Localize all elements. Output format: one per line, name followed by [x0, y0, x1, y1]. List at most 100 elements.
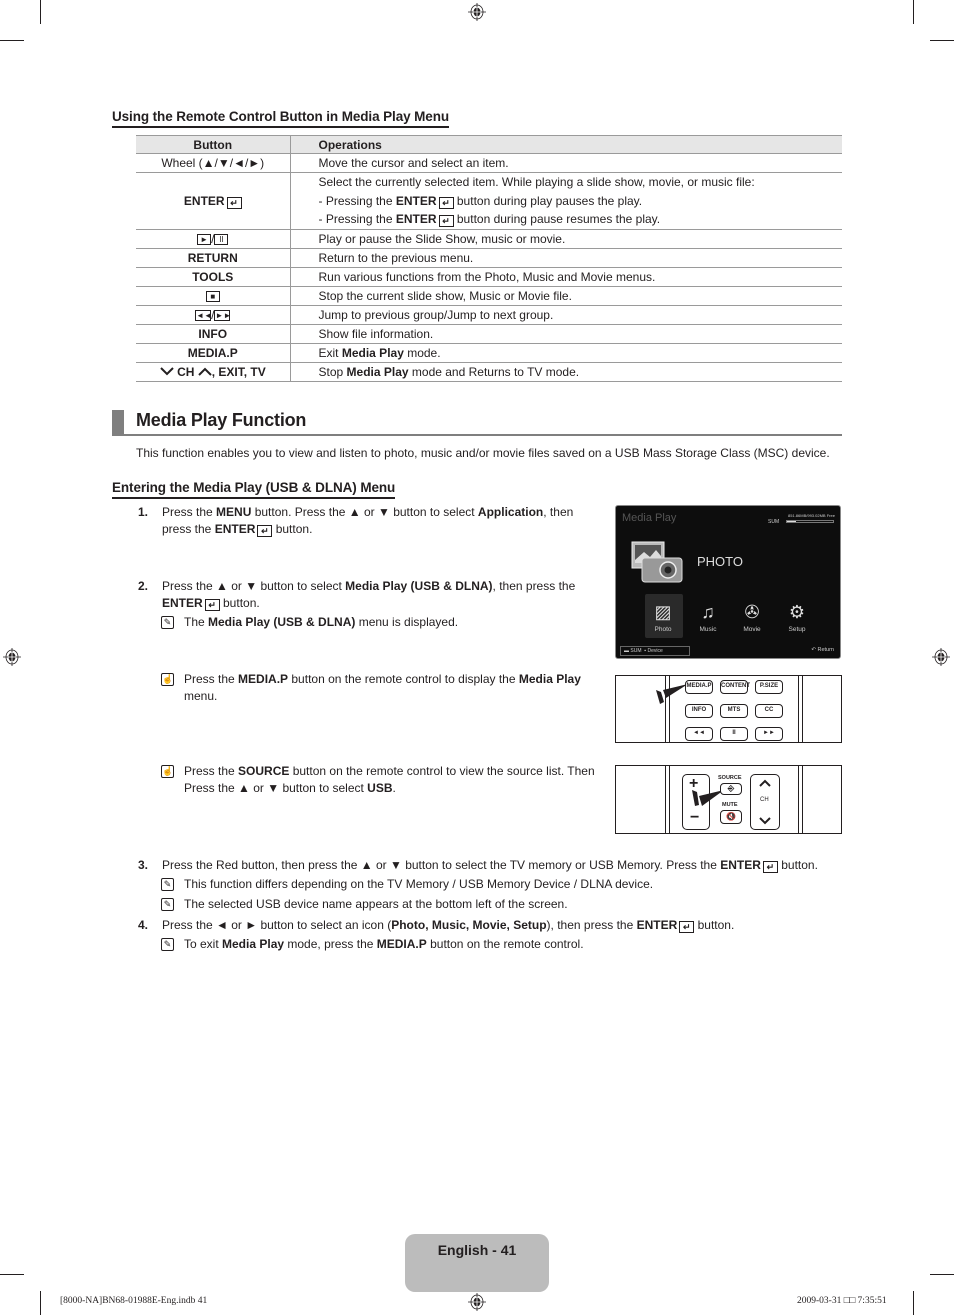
rewind-button[interactable]: ◄◄	[685, 727, 713, 741]
note-icon: ✎	[161, 878, 174, 891]
return-hint: ↶ Return	[811, 647, 834, 653]
button-label: ENTER	[183, 193, 225, 208]
button-cell: INFO	[136, 324, 291, 344]
operation-cell: Exit Media Play mode.	[290, 343, 842, 363]
button-cell: RETURN	[136, 248, 291, 268]
heading-accent-bar	[112, 410, 124, 435]
table-row: CH , EXIT, TV Stop Media Play mode and R…	[136, 362, 842, 382]
crop-mark	[40, 0, 41, 24]
operation-cell: Select the currently selected item. Whil…	[290, 172, 842, 230]
table-row: ■ Stop the current slide show, Music or …	[136, 286, 842, 306]
note: ✎ The selected USB device name appears a…	[160, 896, 840, 913]
registration-mark-icon	[468, 1293, 486, 1311]
remote-operations-table: Button Operations Wheel (▲/▼/◄/►) Move t…	[136, 135, 842, 382]
fast-forward-icon: ►►	[214, 309, 232, 321]
enter-icon: ↵	[762, 861, 778, 873]
remote-note: ☝ Press the MEDIA.P button on the remote…	[161, 672, 581, 703]
table-row: TOOLS Run various functions from the Pho…	[136, 267, 842, 287]
remote-hand-icon: ☝	[161, 673, 174, 686]
enter-icon: ↵	[204, 598, 220, 611]
operation-cell: Jump to previous group/Jump to next grou…	[290, 305, 842, 325]
remote-section-heading: Using the Remote Control Button in Media…	[112, 109, 449, 128]
step-2: 2. Press the ▲ or ▼ button to select Med…	[138, 579, 576, 611]
remote-illustration-source: + − SOURCE ⎆ MUTE 🔇 CH	[615, 765, 842, 834]
table-row: ◄◄/►► Jump to previous group/Jump to nex…	[136, 305, 842, 325]
device-name: SUM	[768, 519, 780, 525]
menu-item-photo[interactable]: ▨ Photo	[643, 602, 683, 633]
table-row: ENTER ↵ Select the currently selected ite…	[136, 172, 842, 230]
button-cell: TOOLS	[136, 267, 291, 287]
remote-note: ☝ Press the SOURCE button on the remote …	[161, 764, 595, 795]
note: ✎ This function differs depending on the…	[160, 876, 840, 893]
crop-mark	[0, 1274, 24, 1275]
pause-button[interactable]: II	[720, 727, 748, 741]
registration-mark-icon	[3, 648, 21, 666]
column-header-operations: Operations	[290, 135, 842, 154]
button-cell: ◄◄/►►	[136, 305, 291, 325]
enter-icon: ↵	[679, 921, 695, 933]
button-cell: ► / II	[136, 229, 291, 249]
menu-item-music[interactable]: ♫ Music	[688, 602, 728, 633]
volume-down-icon: −	[690, 809, 700, 826]
photo-icon: ▨	[654, 602, 672, 622]
device-footer: ▬ SUM ▪ Device	[620, 646, 690, 656]
button-cell: MEDIA.P	[136, 343, 291, 363]
chevron-up-icon	[759, 779, 771, 787]
chevron-down-icon	[759, 817, 771, 825]
return-icon: ↶	[811, 647, 816, 653]
channel-rocker[interactable]: CH	[750, 774, 780, 830]
crop-mark	[0, 40, 24, 41]
step-1: 1. Press the MENU button. Press the ▲ or…	[138, 505, 574, 537]
source-button[interactable]: ⎆	[720, 783, 742, 795]
subsection-heading: Entering the Media Play (USB & DLNA) Men…	[112, 480, 395, 499]
button-cell: CH , EXIT, TV	[136, 362, 291, 382]
crop-mark	[930, 40, 954, 41]
selected-category-label: PHOTO	[697, 554, 743, 569]
channel-label: CH	[760, 797, 769, 803]
crop-mark	[913, 1291, 914, 1315]
operation-line: - Pressing the ENTER ↵ button during play…	[318, 193, 643, 209]
print-timestamp: 2009-03-31 □□ 7:35:51	[797, 1296, 887, 1306]
stop-icon: ■	[205, 290, 220, 302]
mute-button[interactable]: 🔇	[720, 810, 742, 824]
step-4: 4. Press the ◄ or ► button to select an …	[138, 918, 735, 933]
operation-cell: Move the cursor and select an item.	[290, 153, 842, 173]
fast-forward-button[interactable]: ►►	[755, 727, 783, 741]
crop-mark	[40, 1291, 41, 1315]
operation-cell: Return to the previous menu.	[290, 248, 842, 268]
storage-text: 851.86MB/993.02MB Free	[788, 513, 835, 518]
file-slug: [8000-NA]BN68-01988E-Eng.indb 41	[60, 1296, 208, 1306]
psize-button[interactable]: P.SIZE	[755, 680, 783, 694]
crop-mark	[913, 0, 914, 24]
registration-mark-icon	[468, 3, 486, 21]
chevron-down-icon	[160, 366, 174, 375]
table-row: MEDIA.P Exit Media Play mode.	[136, 343, 842, 363]
column-header-button: Button	[136, 135, 291, 154]
operation-line: - Pressing the ENTER ↵ button during paus…	[318, 212, 661, 227]
chevron-up-icon	[198, 367, 212, 376]
button-cell: ■	[136, 286, 291, 306]
note-icon: ✎	[161, 898, 174, 911]
registration-mark-icon	[932, 648, 950, 666]
button-cell: Wheel (▲/▼/◄/►)	[136, 153, 291, 173]
play-icon: ►	[197, 233, 212, 245]
intro-paragraph: This function enables you to view and li…	[136, 446, 830, 460]
media-play-screenshot: Media Play 851.86MB/993.02MB Free SUM PH…	[615, 505, 841, 659]
menu-item-setup[interactable]: ⚙ Setup	[777, 602, 817, 633]
cc-button[interactable]: CC	[755, 704, 783, 718]
note: ✎ To exit Media Play mode, press the MED…	[160, 936, 840, 953]
remote-hand-icon: ☝	[161, 765, 174, 778]
table-row: Wheel (▲/▼/◄/►) Move the cursor and sele…	[136, 153, 842, 173]
operation-line: Select the currently selected item. Whil…	[318, 175, 755, 189]
rewind-icon: ◄◄	[195, 309, 212, 321]
photo-camera-icon	[631, 541, 683, 583]
movie-reel-icon: ✇	[744, 602, 760, 622]
mts-button[interactable]: MTS	[720, 704, 748, 718]
operation-cell: Play or pause the Slide Show, music or m…	[290, 229, 842, 249]
info-button[interactable]: INFO	[685, 704, 713, 718]
mediap-button[interactable]: MEDIA.P	[685, 680, 713, 694]
menu-item-movie[interactable]: ✇ Movie	[732, 602, 772, 633]
content-button[interactable]: CONTENT	[720, 680, 750, 694]
operation-cell: Stop the current slide show, Music or Mo…	[290, 286, 842, 306]
mute-label: MUTE	[722, 802, 738, 808]
